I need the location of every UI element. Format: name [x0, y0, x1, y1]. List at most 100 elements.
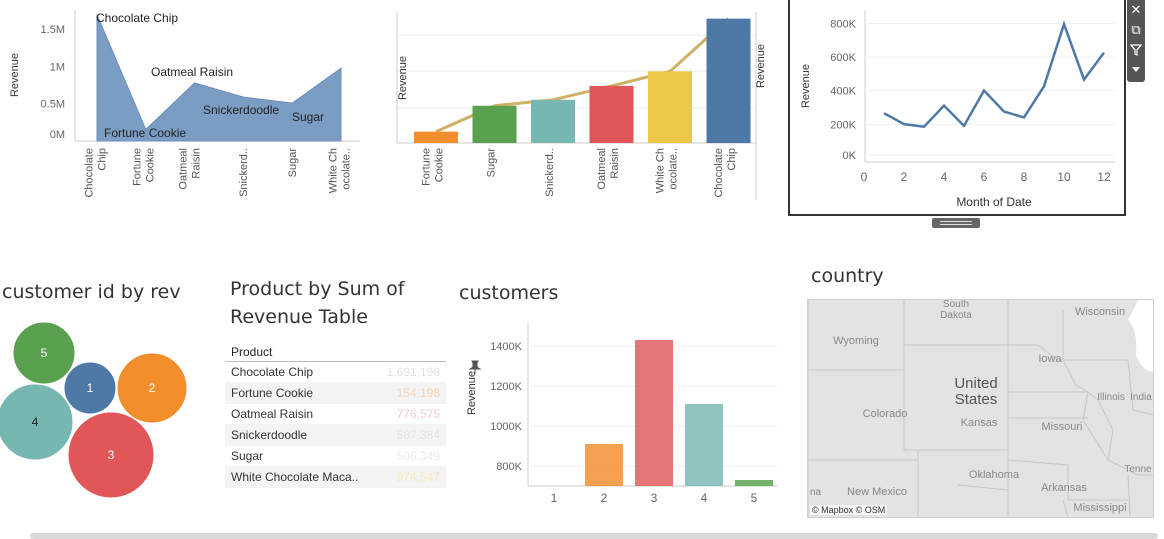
x-tick-label: Oatmeal Raisin: [596, 148, 621, 190]
bubble-label: 4: [32, 415, 39, 429]
svg-text:Sugar: Sugar: [486, 148, 498, 178]
product-bar[interactable]: [472, 105, 517, 143]
map-title: country: [811, 265, 884, 287]
map-attribution[interactable]: © Mapbox © OSM: [810, 505, 888, 515]
table-row[interactable]: Oatmeal Raisin 776,575: [225, 404, 446, 425]
table-row[interactable]: Fortune Cookie 154,198: [225, 383, 446, 404]
product-name: Oatmeal Raisin: [231, 407, 314, 421]
lake-michigan: [1128, 300, 1153, 372]
product-name: Snickerdoodle: [231, 428, 308, 442]
bar-chart-left-y-axis-label: Revenue: [397, 56, 409, 100]
x-tick-label: White Ch ocolate..: [328, 148, 353, 193]
svg-text:Fortune: Fortune: [132, 148, 144, 186]
x-tick-label: Sugar: [287, 148, 299, 178]
x-tick-label: 2: [601, 491, 608, 505]
y-tick-label: 1000K: [490, 421, 522, 433]
map-region-label: United States: [954, 375, 997, 408]
map-region-label: Mississippi: [1073, 502, 1126, 514]
product-revenue-table: Product Chocolate Chip 1,691,198 Fortune C…: [225, 343, 446, 488]
svg-text:Chip: Chip: [97, 148, 109, 171]
revenue-value: 587,384: [396, 428, 440, 442]
svg-text:Sugar: Sugar: [287, 148, 299, 178]
area-mark-label: Fortune Cookie: [104, 126, 186, 140]
map-region-label: Oklahoma: [969, 469, 1020, 481]
bubble-label: 5: [41, 346, 48, 360]
close-icon[interactable]: ✕: [1127, 0, 1145, 20]
bubble-label: 2: [149, 381, 156, 395]
revenue-value: 776,575: [396, 407, 440, 421]
area-chart[interactable]: 0M 0.5M 1M 1.5M Chocolate Chip Fortune Cookie Oa…: [0, 0, 380, 215]
table-row[interactable]: Snickerdoodle 587,384: [225, 425, 446, 446]
svg-text:Chocolate: Chocolate: [84, 148, 96, 198]
map-region-label: Illinois: [1097, 392, 1125, 403]
bubble-label: 3: [108, 448, 115, 462]
y-tick-label: 1M: [50, 61, 65, 73]
y-tick-label: 800K: [496, 461, 522, 473]
x-tick-label: Oatmeal Raisin: [178, 148, 203, 190]
customers-y-axis-label: Revenue: [466, 371, 478, 415]
x-tick-label: Chocolate Chip: [84, 148, 109, 198]
more-options-icon[interactable]: [1127, 60, 1145, 80]
x-tick-label: Snickerd..: [544, 148, 556, 197]
y-tick-label: 1.5M: [41, 24, 65, 36]
area-mark-label: Sugar: [292, 110, 324, 124]
resize-handle[interactable]: [932, 218, 980, 228]
map-region-label: Arkansas: [1041, 482, 1087, 494]
table-column-header[interactable]: Product: [225, 343, 446, 362]
svg-text:Snickerd..: Snickerd..: [544, 148, 556, 197]
country-map[interactable]: South Dakota Wisconsin Wyoming Iowa United Sta…: [807, 299, 1154, 518]
customer-bar[interactable]: [585, 444, 623, 486]
map-region-label: New Mexico: [847, 486, 907, 498]
y-tick-label: 0.5M: [41, 99, 65, 111]
map-region-label: Kansas: [961, 417, 998, 429]
x-tick-label: Sugar: [486, 148, 498, 178]
customer-bar[interactable]: [735, 480, 773, 486]
table-row[interactable]: Sugar 506,349: [225, 446, 446, 467]
product-name: White Chocolate Maca..: [231, 470, 359, 484]
svg-text:Oatmeal: Oatmeal: [596, 148, 608, 190]
y-tick-label: 1200K: [490, 381, 522, 393]
horizontal-scrollbar[interactable]: [30, 533, 1158, 539]
area-mark-label: Chocolate Chip: [96, 11, 178, 25]
product-bar[interactable]: [648, 71, 692, 143]
product-bar-chart[interactable]: Fortune Cookie Sugar Snickerd.. Oatmeal Raisi…: [380, 0, 780, 215]
table-row[interactable]: Chocolate Chip 1,691,198: [225, 362, 446, 383]
filter-icon[interactable]: [1127, 40, 1145, 60]
bar-chart-right-y-axis-label: Revenue: [755, 44, 767, 88]
table-row[interactable]: White Chocolate Maca.. 974,547: [225, 467, 446, 488]
map-region-label: Iowa: [1038, 353, 1062, 365]
map-region-label: Colorado: [863, 408, 908, 420]
x-tick-label: Chocolate Chip: [713, 148, 738, 198]
product-bar[interactable]: [589, 85, 634, 143]
x-tick-label: 3: [651, 491, 658, 505]
y-tick-label: 0M: [50, 129, 65, 141]
x-tick-label: 4: [701, 491, 708, 505]
product-bar[interactable]: [706, 18, 751, 144]
customers-bar-chart[interactable]: 800K 1000K 1200K 1400K 1 2 3 4 5 Revenue: [458, 315, 788, 515]
state-borders: [808, 300, 1153, 517]
selected-worksheet-outline: [788, 0, 1126, 216]
revenue-value: 154,198: [396, 386, 440, 400]
x-tick-label: 5: [751, 491, 758, 505]
product-bar[interactable]: [414, 131, 458, 143]
revenue-value: 506,349: [396, 449, 440, 463]
customers-chart-title: customers: [459, 282, 559, 304]
area-mark-label: Snickerdoodle: [203, 103, 279, 117]
svg-text:Chocolate: Chocolate: [713, 148, 725, 198]
svg-text:Fortune: Fortune: [421, 148, 433, 186]
customer-bubble-chart[interactable]: 5 4 1 2 3: [0, 310, 220, 510]
customer-bar[interactable]: [685, 404, 723, 486]
map-region-label: Wyoming: [833, 335, 879, 347]
map-region-label: Wisconsin: [1075, 306, 1125, 318]
svg-text:Cookie: Cookie: [434, 148, 446, 182]
map-region-label: na: [810, 487, 822, 498]
x-tick-label: Fortune Cookie: [421, 148, 446, 186]
product-bar[interactable]: [531, 99, 575, 143]
revenue-value: 974,547: [396, 470, 440, 484]
svg-text:ocolate..: ocolate..: [341, 148, 353, 190]
map-region-label: South Dakota: [940, 300, 972, 321]
popout-icon[interactable]: ⧉: [1127, 20, 1145, 40]
map-region-label: Missouri: [1042, 421, 1083, 433]
x-tick-label: 1: [551, 491, 558, 505]
customer-bar[interactable]: [635, 340, 673, 486]
